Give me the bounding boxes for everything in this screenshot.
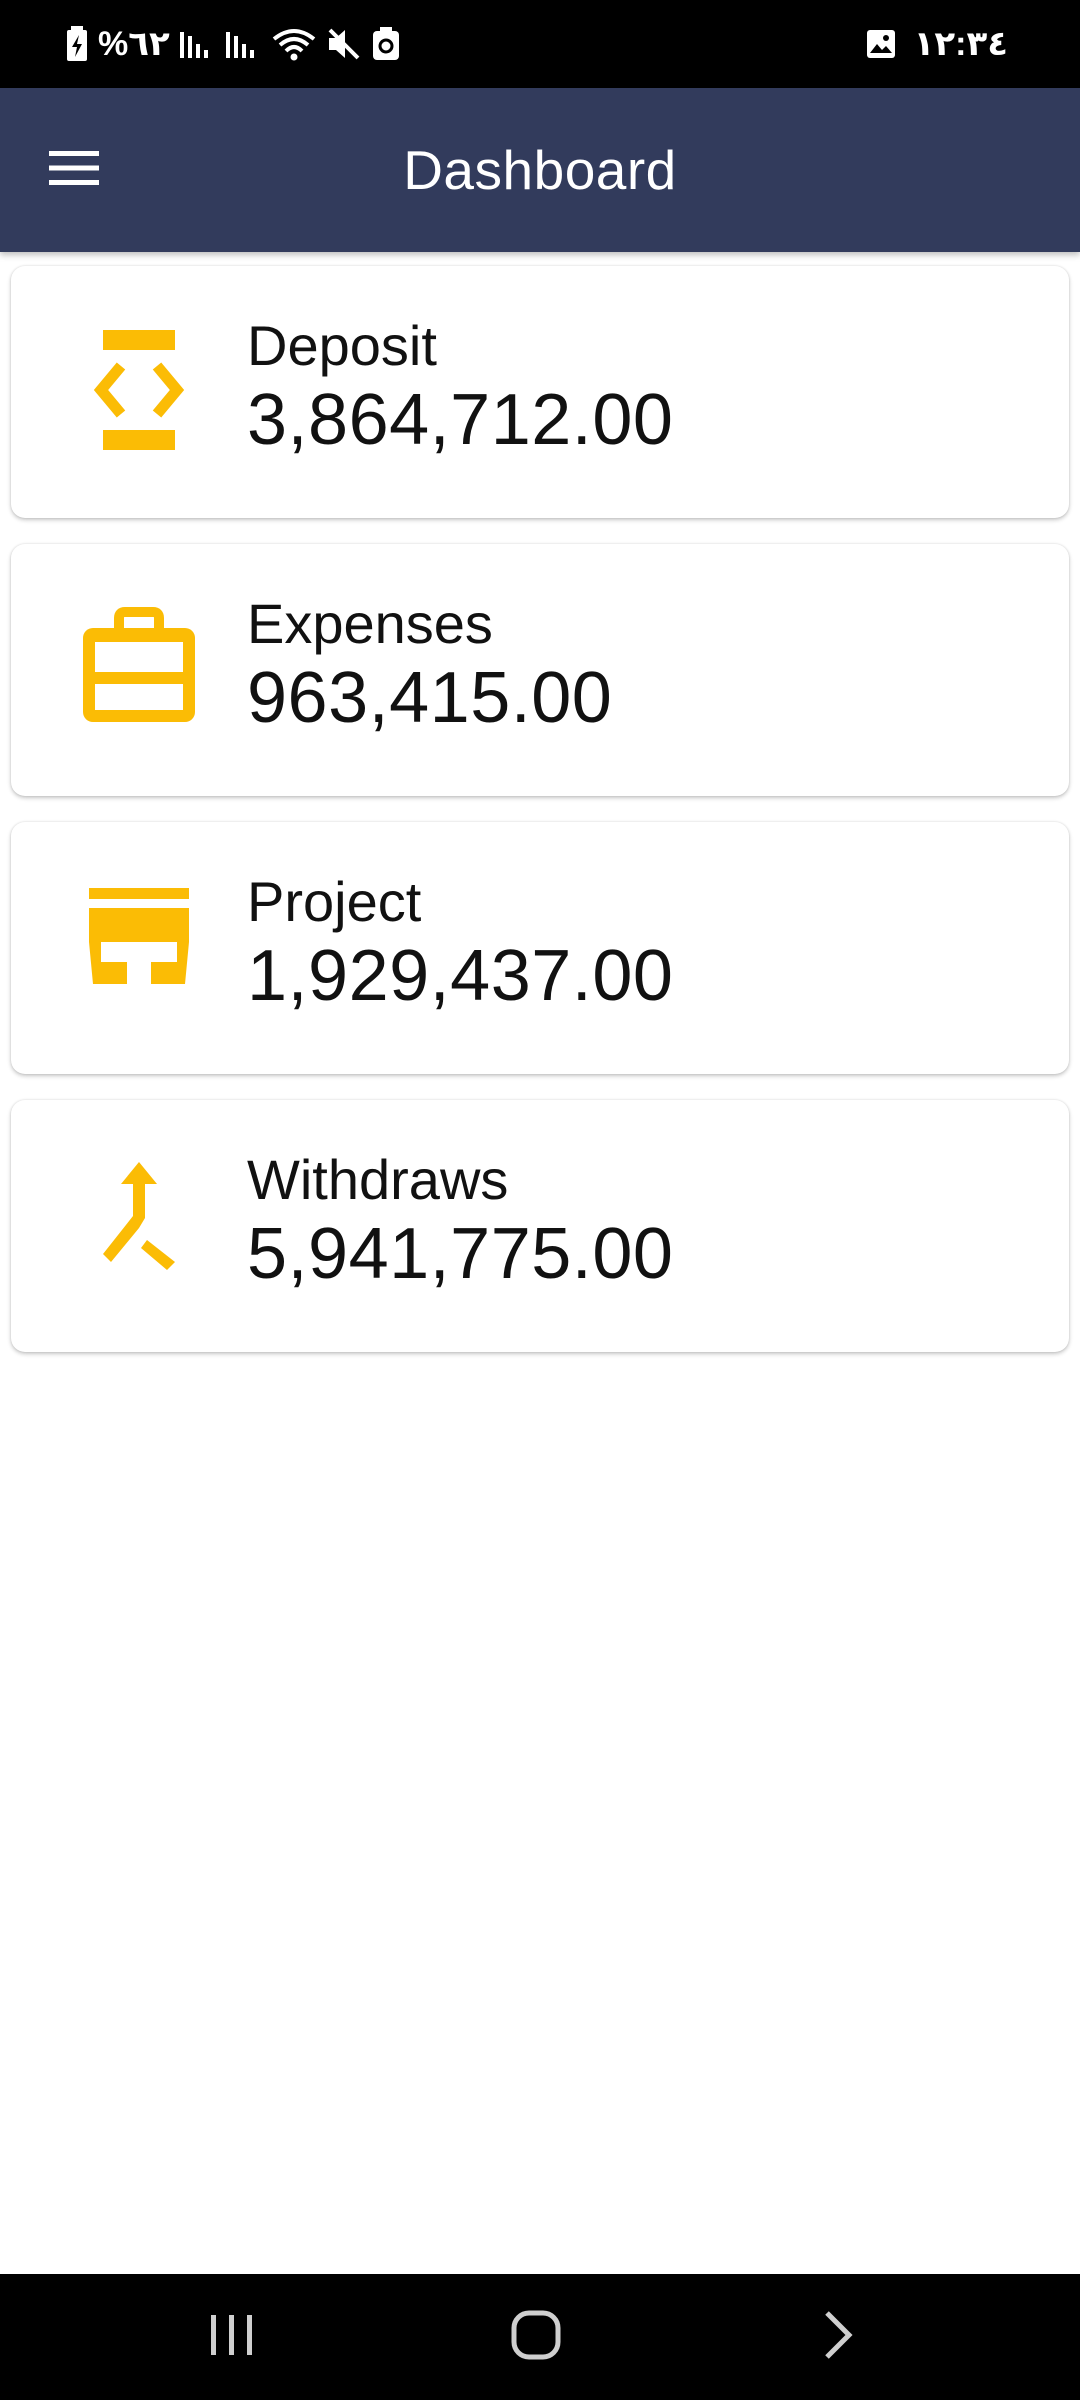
project-card[interactable]: Project 1,929,437.00 [11, 822, 1069, 1074]
menu-icon [49, 150, 99, 191]
battery-level: %٦٢ [98, 25, 170, 63]
clock: ١٢:٣٤ [913, 25, 1008, 63]
card-value: 5,941,775.00 [247, 1214, 674, 1294]
back-button[interactable] [778, 2292, 898, 2382]
image-notification-icon [866, 29, 896, 59]
battery-icon [66, 26, 88, 62]
menu-button[interactable] [36, 132, 112, 208]
withdraws-card[interactable]: Withdraws 5,941,775.00 [11, 1100, 1069, 1352]
deposit-icon [67, 318, 211, 462]
call-split-icon [67, 1152, 211, 1296]
withdraws-text: Withdraws 5,941,775.00 [247, 1148, 673, 1296]
app-bar: Dashboard [0, 88, 1080, 252]
recents-icon [209, 2313, 255, 2362]
card-label: Deposit [247, 314, 437, 377]
navigation-bar [0, 2274, 1080, 2400]
status-left: %٦٢ [66, 0, 400, 88]
recents-button[interactable] [172, 2292, 292, 2382]
deposit-card[interactable]: Deposit 3,864,712.00 [11, 266, 1069, 518]
app-notification-icon [372, 27, 400, 61]
signal-icon-2 [225, 28, 262, 60]
project-text: Project 1,929,437.00 [247, 870, 673, 1018]
card-label: Withdraws [247, 1148, 509, 1211]
card-value: 1,929,437.00 [247, 936, 674, 1016]
store-icon [67, 874, 211, 1018]
card-label: Expenses [247, 592, 493, 655]
card-value: 3,864,712.00 [247, 380, 674, 460]
back-icon [821, 2309, 855, 2366]
status-bar: %٦٢ ١٢:٣٤ [0, 0, 1080, 88]
mute-icon [326, 27, 362, 61]
home-button[interactable] [476, 2292, 596, 2382]
briefcase-icon [67, 596, 211, 740]
page-title: Dashboard [403, 139, 677, 201]
deposit-text: Deposit 3,864,712.00 [247, 314, 673, 462]
signal-icon [179, 28, 216, 60]
wifi-icon [272, 27, 316, 61]
screen: %٦٢ ١٢:٣٤ Dashboard Deposit 3,864,712.00… [0, 0, 1080, 2400]
card-value: 963,415.00 [247, 658, 613, 738]
expenses-text: Expenses 963,415.00 [247, 592, 612, 740]
card-label: Project [247, 870, 422, 933]
expenses-card[interactable]: Expenses 963,415.00 [11, 544, 1069, 796]
status-right: ١٢:٣٤ [866, 0, 1008, 88]
home-icon [510, 2309, 562, 2366]
dashboard-card-list: Deposit 3,864,712.00 Expenses 963,415.00 [11, 266, 1069, 1378]
